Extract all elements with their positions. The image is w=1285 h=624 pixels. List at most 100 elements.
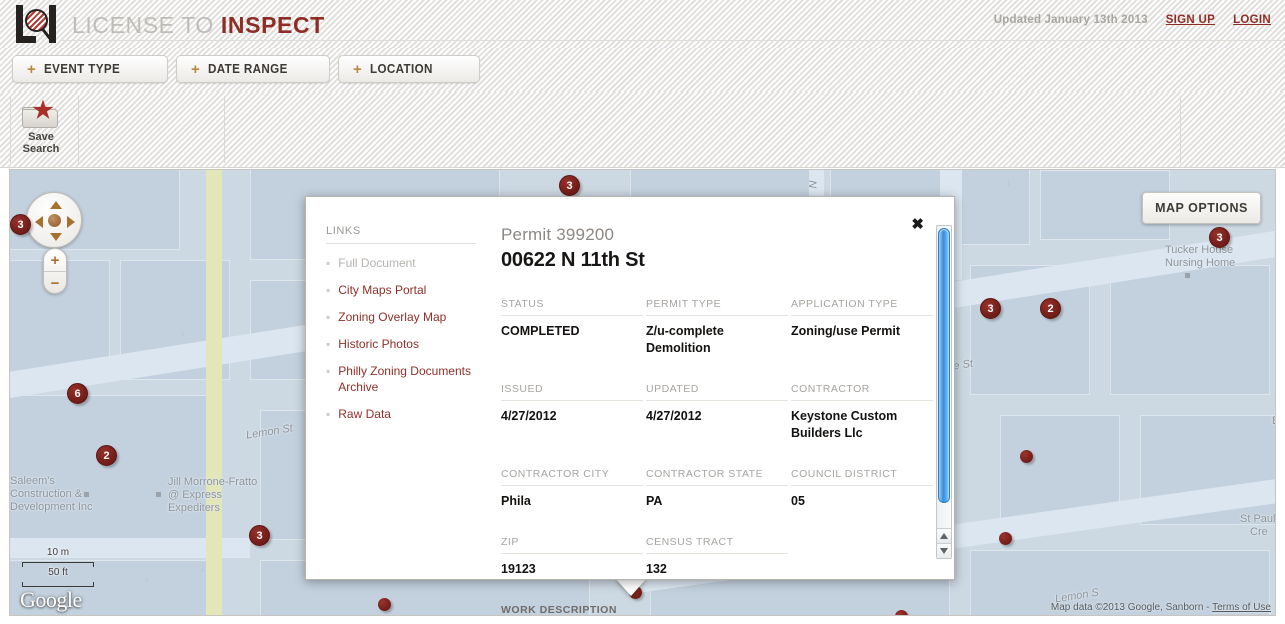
link-item[interactable]: ▪ Historic Photos	[326, 336, 476, 352]
map-street-label: Cre	[1250, 526, 1268, 538]
save-search-line2: Search	[22, 142, 60, 155]
oneway-arrow-icon: ↓	[200, 560, 206, 574]
permit-field: STATUS COMPLETED	[501, 298, 643, 357]
permit-details: Permit 399200 00622 N 11th St STATUS COMP…	[501, 225, 933, 621]
popup-scrollbar[interactable]	[936, 225, 952, 559]
permit-field-label: UPDATED	[646, 383, 788, 401]
permit-field-label: CENSUS TRACT	[646, 536, 788, 554]
permit-field: ISSUED 4/27/2012	[501, 383, 643, 442]
panel-edge	[224, 96, 225, 163]
link-item[interactable]: ▪ Raw Data	[326, 406, 476, 422]
permit-field: COUNCIL DISTRICT 05	[791, 468, 933, 510]
work-description-field: WORK DESCRIPTION	[501, 604, 643, 621]
chevron-up-icon	[940, 533, 948, 539]
permit-field-label: CONTRACTOR CITY	[501, 468, 643, 486]
oneway-arrow-icon: ↓	[1006, 175, 1012, 189]
link-item[interactable]: ▪ City Maps Portal	[326, 282, 476, 298]
poi-marker	[156, 492, 161, 497]
app-root: LICENSE TO INSPECT Updated January 13th …	[0, 0, 1285, 624]
permit-field-grid: STATUS COMPLETED PERMIT TYPE Z/u-complete D…	[501, 272, 933, 621]
permit-field-value: COMPLETED	[501, 324, 580, 338]
chevron-down-icon	[940, 548, 948, 554]
map-street-label: Saleem's Construction & Development Inc	[10, 475, 93, 513]
permit-field-label: ISSUED	[501, 383, 643, 401]
save-search-button[interactable]: Save Search	[10, 96, 72, 160]
map-permit-marker[interactable]	[1020, 450, 1033, 463]
permit-field-label: COUNCIL DISTRICT	[791, 468, 933, 486]
permit-field-value: 4/27/2012	[501, 409, 557, 423]
map-cluster-marker[interactable]: 2	[1040, 298, 1061, 319]
link-label: Full Document	[338, 256, 416, 270]
map-permit-marker[interactable]	[378, 598, 391, 611]
filter-location-button[interactable]: + LOCATION	[338, 55, 480, 83]
map-street-label: N	[807, 180, 820, 189]
bullet-icon: ▪	[326, 407, 331, 421]
brand-strong: INSPECT	[220, 11, 325, 38]
permit-field-value: Zoning/use Permit	[791, 324, 901, 338]
poi-marker	[1185, 273, 1190, 278]
permit-field-value: Z/u-complete Demolition	[646, 324, 724, 355]
map-permit-marker[interactable]	[999, 532, 1012, 545]
zoom-in-button[interactable]: +	[44, 249, 66, 272]
filter-date-range-label: DATE RANGE	[207, 62, 288, 76]
permit-field-label: STATUS	[501, 298, 643, 316]
bullet-icon: ▪	[326, 256, 331, 270]
pan-left-icon[interactable]	[35, 216, 43, 228]
pan-right-icon[interactable]	[67, 216, 75, 228]
permit-field-value: Keystone Custom Builders Llc	[791, 409, 898, 440]
map-cluster-marker[interactable]: 2	[96, 445, 117, 466]
permit-field-value: Phila	[501, 494, 531, 508]
link-label: Zoning Overlay Map	[338, 310, 447, 324]
permit-field-label: ZIP	[501, 536, 643, 554]
permit-field: CONTRACTOR Keystone Custom Builders Llc	[791, 383, 933, 442]
link-label: City Maps Portal	[338, 283, 427, 297]
map-cluster-marker[interactable]: 3	[559, 175, 580, 196]
link-item[interactable]: ▪ Zoning Overlay Map	[326, 309, 476, 325]
terms-of-use-link[interactable]: Terms of Use	[1212, 602, 1271, 613]
permit-field-value: 05	[791, 494, 805, 508]
pan-center-icon[interactable]	[48, 214, 61, 227]
map-cluster-marker[interactable]: 3	[249, 525, 270, 546]
map-street-label: Tucker House Nursing Home	[1165, 244, 1236, 269]
map-cluster-marker[interactable]: 3	[10, 214, 31, 235]
plus-icon: +	[353, 60, 362, 78]
permit-field: UPDATED 4/27/2012	[646, 383, 788, 442]
map-options-button[interactable]: MAP OPTIONS	[1142, 192, 1261, 224]
plus-icon: +	[191, 60, 200, 78]
map-cluster-marker[interactable]: 3	[980, 298, 1001, 319]
map-scale-bar: 10 m 50 ft	[22, 547, 94, 587]
filter-event-type-button[interactable]: + EVENT TYPE	[12, 55, 168, 83]
filter-date-range-button[interactable]: + DATE RANGE	[176, 55, 330, 83]
permit-field: CENSUS TRACT 132	[646, 536, 788, 578]
brand[interactable]: LICENSE TO INSPECT	[14, 3, 325, 45]
updated-timestamp: Updated January 13th 2013	[993, 14, 1148, 26]
oneway-arrow-icon: ↓	[180, 325, 186, 339]
map-street-label: B	[1272, 415, 1275, 428]
brand-prefix: LICENSE TO	[72, 11, 221, 38]
scrollbar-thumb[interactable]	[938, 228, 950, 503]
permit-field-label: CONTRACTOR	[791, 383, 933, 401]
pan-up-icon[interactable]	[50, 201, 62, 209]
links-panel: LINKS ▪ Full Document ▪ City Maps Portal ▪ Zo…	[326, 225, 476, 422]
permit-field-label: CONTRACTOR STATE	[646, 468, 788, 486]
scroll-up-button[interactable]	[937, 528, 951, 543]
map-cluster-marker[interactable]: 3	[1209, 227, 1230, 248]
link-item[interactable]: ▪ Philly Zoning Documents Archive	[326, 363, 476, 395]
bullet-icon: ▪	[326, 364, 331, 378]
map-cluster-marker[interactable]: 6	[67, 383, 88, 404]
zoom-out-button[interactable]: −	[44, 272, 66, 293]
map-zoom-control: + −	[43, 248, 67, 294]
permit-info-popup: ✖ LINKS ▪ Full Document ▪ City Maps Portal ▪…	[305, 196, 955, 616]
map-pan-control[interactable]	[26, 192, 82, 248]
login-link[interactable]: LOGIN	[1233, 14, 1271, 26]
scroll-down-button[interactable]	[937, 543, 951, 558]
permit-field: PERMIT TYPE Z/u-complete Demolition	[646, 298, 788, 357]
save-search-line1: Save	[28, 130, 54, 143]
logo-magnifier-icon	[14, 3, 58, 45]
permit-field: APPLICATION TYPE Zoning/use Permit	[791, 298, 933, 357]
pan-down-icon[interactable]	[50, 233, 62, 241]
bullet-icon: ▪	[326, 310, 331, 324]
permit-address: 00622 N 11th St	[501, 249, 645, 271]
sign-up-link[interactable]: SIGN UP	[1166, 14, 1215, 26]
scale-metric: 10 m	[46, 547, 70, 558]
